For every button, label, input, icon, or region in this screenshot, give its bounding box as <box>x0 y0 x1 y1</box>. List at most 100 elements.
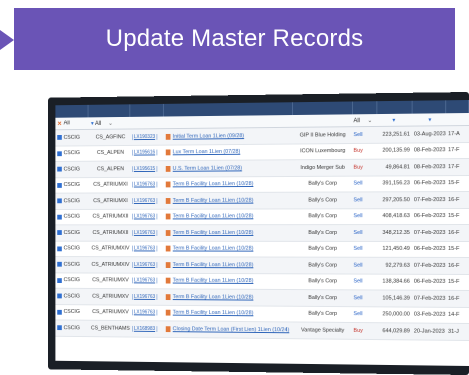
table-row[interactable]: CSCIG CS_ATRIUMXIV LX196763 Term B Facility… <box>55 257 469 275</box>
cell-amount: 250,000.00 <box>382 311 410 318</box>
cell-trade-date: 07-Feb-2023 <box>413 229 446 236</box>
filter-cell[interactable] <box>164 121 292 122</box>
cell-account: CSCIG <box>55 182 89 188</box>
cell-id[interactable]: LX168983 <box>130 325 164 332</box>
cell-trade-date: 06-Feb-2023 <box>413 213 446 220</box>
facility-link[interactable]: Term B Facility Loan 1Lien (10/28) <box>173 198 254 204</box>
cell-id[interactable]: LX196763 <box>130 181 164 188</box>
header-cell[interactable] <box>446 100 469 114</box>
id-link[interactable]: LX195616 <box>131 149 158 156</box>
header-cell[interactable] <box>293 101 354 116</box>
cell-account: CSCIG <box>55 230 89 236</box>
id-link[interactable]: LX196763 <box>131 229 158 236</box>
facility-link[interactable]: Term B Facility Loan 1Lien (10/28) <box>173 246 254 252</box>
filter-cell[interactable]: ▾ <box>376 116 412 123</box>
facility-link[interactable]: Term B Facility Loan 1Lien (10/28) <box>173 214 254 220</box>
table-row[interactable]: CSCIG CS_ATRIUMXII LX196763 Term B Facility… <box>55 225 469 242</box>
table-row[interactable]: CSCIG CS_ATRIUMXII LX196763 Term B Facility… <box>55 208 469 226</box>
facility-link[interactable]: Term B Facility Loan 1Lien (10/28) <box>173 278 254 284</box>
table-row[interactable]: CSCIG CS_ATRIUMXI LX196763 Term B Facility … <box>55 175 469 194</box>
filter-dropdown-icon[interactable]: ▾ <box>392 117 395 123</box>
cell-id[interactable]: LX190323 <box>130 133 164 140</box>
cell-facility[interactable]: Term B Facility Loan 1Lien (10/28) <box>164 197 292 204</box>
header-cell[interactable] <box>376 100 413 115</box>
cell-id[interactable]: LX196763 <box>130 245 164 252</box>
banner-title: Update Master Records <box>105 25 364 52</box>
header-cell[interactable] <box>88 104 130 118</box>
id-link[interactable]: LX196763 <box>131 261 158 268</box>
monitor-screenshot: ✕ All ▾ All ⌄ All ⌄ ▾ ▾ CSCIG CS_AGFINC … <box>48 92 469 375</box>
cell-amount: 644,029.89 <box>382 327 410 335</box>
header-cell[interactable] <box>129 103 164 117</box>
cell-account: CSCIG <box>55 166 89 172</box>
cell-id[interactable]: LX196763 <box>130 261 164 268</box>
cell-facility[interactable]: Closing Date Term Loan (First Lien) 1Lie… <box>164 325 292 333</box>
filter-dropdown-icon[interactable]: ▾ <box>428 117 431 123</box>
cell-facility[interactable]: Term B Facility Loan 1Lien (10/28) <box>164 261 292 268</box>
cell-id[interactable]: LX196763 <box>130 309 164 316</box>
id-link[interactable]: LX196763 <box>131 245 158 252</box>
id-link[interactable]: LX196763 <box>131 309 158 316</box>
id-link[interactable]: LX196763 <box>131 197 158 204</box>
table-row[interactable]: CSCIG CS_ATRIUMXI LX196763 Term B Facility … <box>55 192 469 210</box>
id-link[interactable]: LX196763 <box>131 213 158 220</box>
filter-cell[interactable]: All ⌄ <box>352 117 376 124</box>
id-link[interactable]: LX196763 <box>131 293 158 300</box>
filter-cell[interactable]: ▾ All ⌄ <box>89 119 130 126</box>
filter-cell[interactable]: ✕ All <box>55 120 89 127</box>
cell-facility[interactable]: Term B Facility Loan 1Lien (10/28) <box>164 277 292 284</box>
banner-arrow-icon <box>0 30 14 50</box>
id-link[interactable]: LX190323 <box>131 133 158 140</box>
header-cell[interactable] <box>163 102 294 117</box>
header-cell[interactable] <box>55 104 89 118</box>
cell-facility[interactable]: Term B Facility Loan 1Lien (10/28) <box>164 245 292 252</box>
filter-dropdown-icon[interactable]: ▾ <box>91 121 94 127</box>
facility-link[interactable]: Initial Term Loan 1Lien (09/28) <box>173 133 244 140</box>
cell-facility[interactable]: Term B Facility Loan 1Lien (10/28) <box>164 214 292 220</box>
cell-id[interactable]: LX196763 <box>130 229 164 236</box>
cell-id[interactable]: LX195615 <box>130 165 164 172</box>
document-icon <box>166 197 171 204</box>
filter-cell[interactable]: ▾ <box>412 116 446 123</box>
facility-link[interactable]: Term B Facility Loan 1Lien (10/28) <box>173 181 254 187</box>
cell-amount: 408,418.63 <box>382 213 410 220</box>
cell-trade-date: 07-Feb-2023 <box>413 262 446 269</box>
facility-link[interactable]: U.S. Term Loan 1Lien (07/28) <box>173 165 242 171</box>
id-link[interactable]: LX196763 <box>131 277 158 284</box>
cell-facility[interactable]: U.S. Term Loan 1Lien (07/28) <box>164 165 292 172</box>
cell-id[interactable]: LX195616 <box>130 149 164 156</box>
cell-facility[interactable]: Term B Facility Loan 1Lien (10/28) <box>164 230 292 236</box>
cell-id[interactable]: LX196763 <box>130 293 164 300</box>
clear-filter-icon[interactable]: ✕ <box>57 120 62 127</box>
facility-link[interactable]: Term B Facility Loan 1Lien (10/28) <box>173 230 254 236</box>
table-row[interactable]: CSCIG CS_ATRIUMXIV LX196763 Term B Facility… <box>55 241 469 258</box>
header-cell[interactable] <box>353 101 377 115</box>
facility-link[interactable]: Term B Facility Loan 1Lien (10/28) <box>173 310 254 316</box>
filter-value: All <box>94 120 102 127</box>
cell-facility[interactable]: Term B Facility Loan 1Lien (10/28) <box>164 293 292 301</box>
facility-link[interactable]: Lux Term Loan 1Lien (07/28) <box>173 149 241 155</box>
filter-cell[interactable] <box>292 120 351 121</box>
cell-facility[interactable]: Term B Facility Loan 1Lien (10/28) <box>164 181 292 188</box>
chevron-down-icon[interactable]: ⌄ <box>367 118 372 124</box>
facility-link[interactable]: Term B Facility Loan 1Lien (10/28) <box>173 262 254 268</box>
facility-link[interactable]: Term B Facility Loan 1Lien (10/28) <box>173 294 254 300</box>
cell-side: Sell <box>353 131 363 138</box>
chevron-down-icon[interactable]: ⌄ <box>108 120 113 126</box>
header-cell[interactable] <box>412 100 447 114</box>
cell-id[interactable]: LX196763 <box>130 277 164 284</box>
record-icon <box>57 166 62 172</box>
cell-facility[interactable]: Lux Term Loan 1Lien (07/28) <box>164 149 292 156</box>
cell-facility[interactable]: Term B Facility Loan 1Lien (10/28) <box>164 309 292 317</box>
table-row[interactable]: CSCIG CS_BENTHAMSLF LX168983 Closing Date T… <box>55 320 469 341</box>
id-link[interactable]: LX196763 <box>131 181 158 188</box>
cell-id[interactable]: LX196763 <box>130 197 164 204</box>
facility-link[interactable]: Closing Date Term Loan (First Lien) 1Lie… <box>173 326 290 333</box>
cell-side: Sell <box>353 180 363 187</box>
cell-id[interactable]: LX196763 <box>130 213 164 220</box>
id-link[interactable]: LX168983 <box>131 325 158 332</box>
id-link[interactable]: LX195615 <box>131 165 158 172</box>
cell-issuer: Bally's Corp <box>308 229 338 236</box>
cell-settle-date: 16-F <box>448 229 460 236</box>
cell-facility[interactable]: Initial Term Loan 1Lien (09/28) <box>164 132 292 140</box>
